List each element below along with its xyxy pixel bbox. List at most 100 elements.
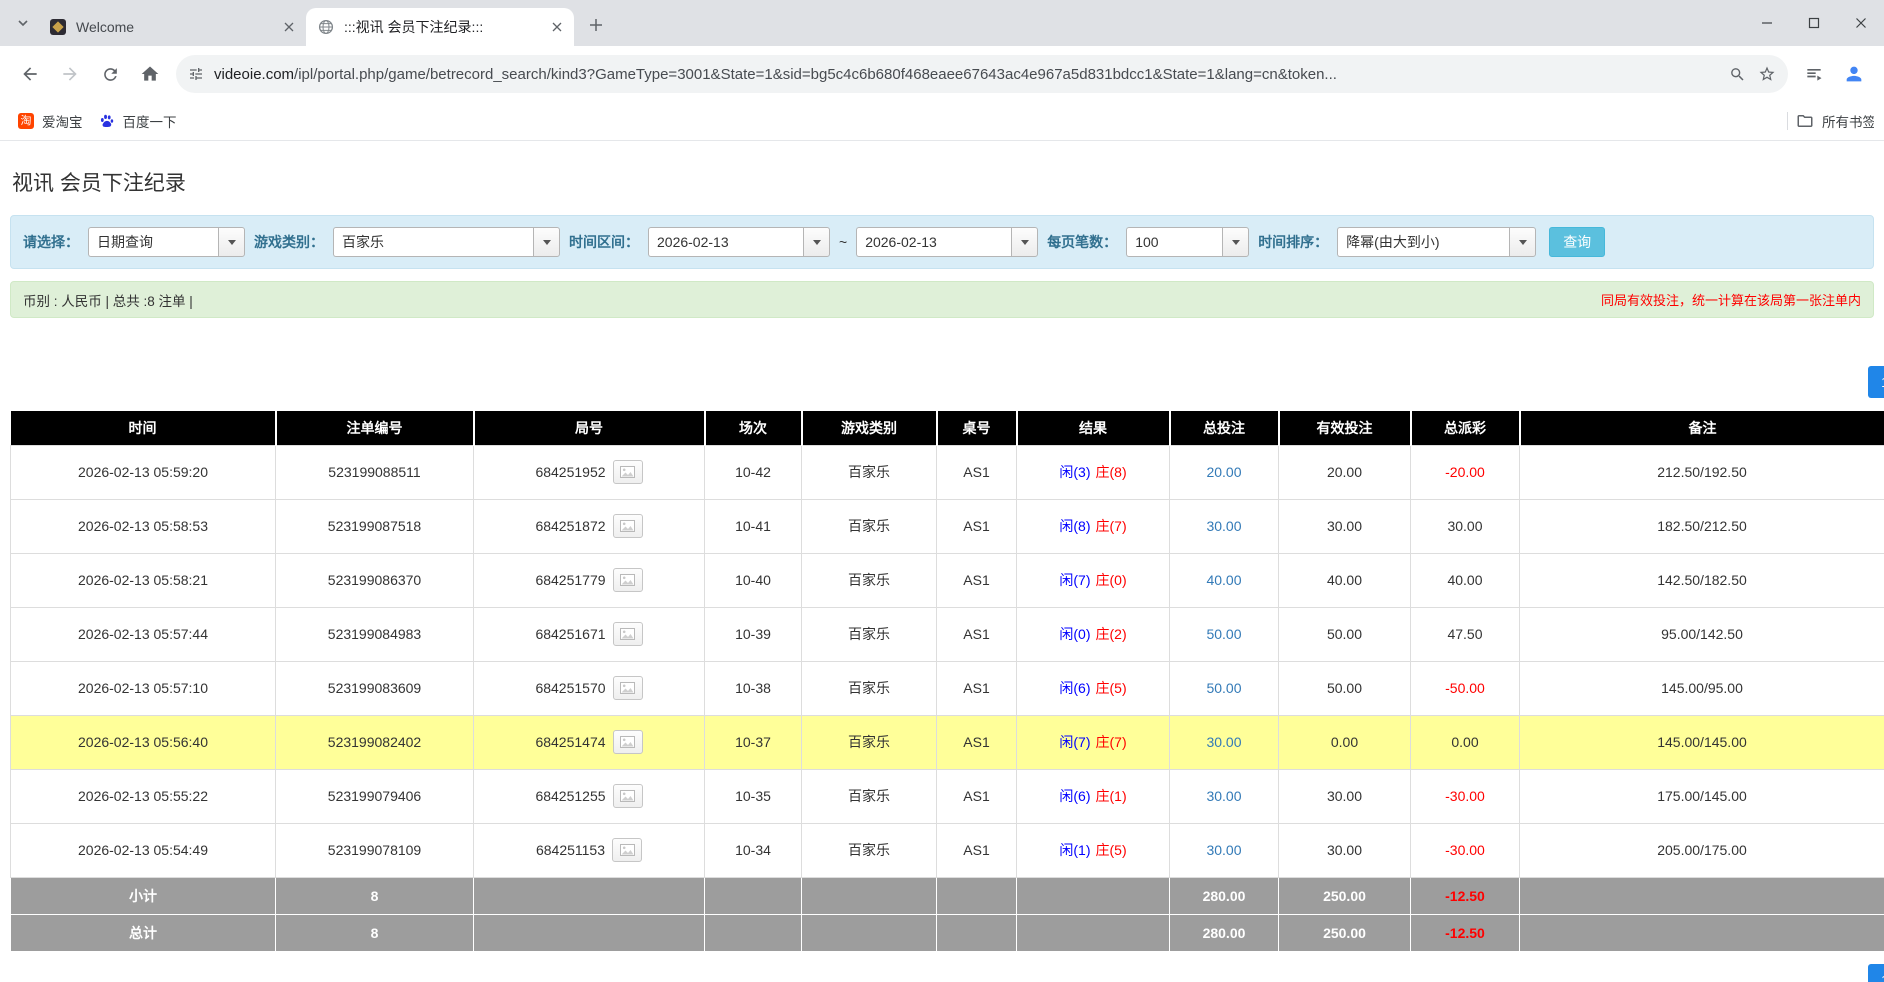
back-button[interactable] xyxy=(10,54,50,94)
total-bet-link[interactable]: 30.00 xyxy=(1206,734,1241,750)
replay-button[interactable] xyxy=(613,784,643,808)
cell-total-bet: 30.00 xyxy=(1170,499,1279,553)
banker-result: 庄(8) xyxy=(1096,464,1127,480)
query-type-select xyxy=(88,227,245,257)
header-table: 桌号 xyxy=(937,411,1017,445)
tab-list-button[interactable] xyxy=(1794,54,1834,94)
tab-close-icon[interactable] xyxy=(548,18,566,36)
replay-button[interactable] xyxy=(613,568,643,592)
cell-table: AS1 xyxy=(937,769,1017,823)
game-type-input[interactable] xyxy=(333,227,533,257)
total-bet-link[interactable]: 50.00 xyxy=(1206,626,1241,642)
cell-total-bet: 30.00 xyxy=(1170,823,1279,877)
dropdown-button[interactable] xyxy=(1509,227,1536,257)
cell-bet-id: 523199078109 xyxy=(276,823,474,877)
tab-welcome[interactable]: Welcome xyxy=(38,8,306,46)
page-size-input[interactable] xyxy=(1126,227,1222,257)
total-bet-link[interactable]: 30.00 xyxy=(1206,842,1241,858)
total-bet-link[interactable]: 50.00 xyxy=(1206,680,1241,696)
date-to-input[interactable] xyxy=(856,227,1011,257)
dropdown-button[interactable] xyxy=(218,227,245,257)
cell-note: 205.00/175.00 xyxy=(1520,823,1884,877)
total-row: 总计 8 280.00 250.00 -12.50 xyxy=(11,914,1884,951)
site-settings-icon[interactable] xyxy=(188,66,204,82)
query-type-input[interactable] xyxy=(88,227,218,257)
total-bet-link[interactable]: 20.00 xyxy=(1206,464,1241,480)
tab-close-icon[interactable] xyxy=(280,18,298,36)
dropdown-button[interactable] xyxy=(1222,227,1249,257)
page-button[interactable]: 1 xyxy=(1868,366,1884,398)
table-row: 2026-02-13 05:55:22 523199079406 6842512… xyxy=(11,769,1884,823)
replay-button[interactable] xyxy=(613,514,643,538)
banker-result: 庄(7) xyxy=(1096,734,1127,750)
close-window-button[interactable] xyxy=(1837,0,1884,46)
dropdown-button[interactable] xyxy=(1011,227,1038,257)
image-icon xyxy=(620,736,635,748)
cell-game-type: 百家乐 xyxy=(802,715,937,769)
replay-button[interactable] xyxy=(613,676,643,700)
replay-button[interactable] xyxy=(613,730,643,754)
sort-input[interactable] xyxy=(1337,227,1509,257)
bookmarks-bar: 淘 爱淘宝 百度一下 所有书签 xyxy=(0,102,1884,141)
refresh-icon xyxy=(101,65,120,84)
total-bet-link[interactable]: 40.00 xyxy=(1206,572,1241,588)
total-bet-link[interactable]: 30.00 xyxy=(1206,788,1241,804)
search-button[interactable]: 查询 xyxy=(1549,227,1605,257)
cell-session: 10-34 xyxy=(705,823,802,877)
cell-bet-id: 523199087518 xyxy=(276,499,474,553)
home-button[interactable] xyxy=(130,54,170,94)
tab-search-button[interactable] xyxy=(10,10,36,36)
maximize-button[interactable] xyxy=(1790,0,1837,46)
date-to-select xyxy=(856,227,1038,257)
cell-valid-bet: 30.00 xyxy=(1279,823,1411,877)
subtotal-total-bet-cell: 280.00 xyxy=(1170,877,1279,914)
url-text[interactable]: videoie.com/ipl/portal.php/game/betrecor… xyxy=(214,66,1721,83)
forward-button[interactable] xyxy=(50,54,90,94)
folder-icon[interactable] xyxy=(1796,112,1814,130)
player-result: 闲(7) xyxy=(1059,734,1090,750)
sort-select xyxy=(1337,227,1536,257)
table-row: 2026-02-13 05:58:53 523199087518 6842518… xyxy=(11,499,1884,553)
bookmark-taobao[interactable]: 淘 爱淘宝 xyxy=(10,107,91,135)
cell-bet-id: 523199088511 xyxy=(276,445,474,499)
cell-payout: 30.00 xyxy=(1411,499,1520,553)
table-row: 2026-02-13 05:54:49 523199078109 6842511… xyxy=(11,823,1884,877)
profile-avatar[interactable] xyxy=(1834,54,1874,94)
header-total-bet: 总投注 xyxy=(1170,411,1279,445)
bookmark-baidu[interactable]: 百度一下 xyxy=(91,107,185,135)
all-bookmarks-label[interactable]: 所有书签 xyxy=(1822,111,1874,131)
cell-session: 10-39 xyxy=(705,607,802,661)
bookmark-star-icon[interactable] xyxy=(1758,65,1776,83)
player-result: 闲(8) xyxy=(1059,518,1090,534)
url-bar[interactable]: videoie.com/ipl/portal.php/game/betrecor… xyxy=(176,55,1788,93)
cell-time: 2026-02-13 05:59:20 xyxy=(11,445,276,499)
replay-button[interactable] xyxy=(612,838,642,862)
cell-total-bet: 20.00 xyxy=(1170,445,1279,499)
page-button[interactable]: 1 xyxy=(1868,964,1884,982)
total-bet-link[interactable]: 30.00 xyxy=(1206,518,1241,534)
tab-title: :::视讯 会员下注纪录::: xyxy=(344,17,548,37)
page-size-label: 每页笔数： xyxy=(1047,232,1117,252)
minimize-button[interactable] xyxy=(1743,0,1790,46)
player-result: 闲(0) xyxy=(1059,626,1090,642)
globe-favicon-icon xyxy=(318,19,334,35)
date-from-input[interactable] xyxy=(648,227,803,257)
replay-button[interactable] xyxy=(613,460,643,484)
cell-note: 145.00/145.00 xyxy=(1520,715,1884,769)
cell-game-type: 百家乐 xyxy=(802,823,937,877)
tune-icon xyxy=(188,66,204,82)
cell-time: 2026-02-13 05:55:22 xyxy=(11,769,276,823)
refresh-button[interactable] xyxy=(90,54,130,94)
dropdown-button[interactable] xyxy=(533,227,560,257)
header-result: 结果 xyxy=(1017,411,1170,445)
cell-result: 闲(6)庄(1) xyxy=(1017,769,1170,823)
dropdown-button[interactable] xyxy=(803,227,830,257)
subtotal-label-cell: 小计 xyxy=(11,877,276,914)
tab-bet-records[interactable]: :::视讯 会员下注纪录::: xyxy=(306,8,574,46)
replay-button[interactable] xyxy=(613,622,643,646)
time-range-label: 时间区间： xyxy=(569,232,639,252)
game-type-label: 游戏类别： xyxy=(254,232,324,252)
new-tab-button[interactable] xyxy=(582,11,610,39)
zoom-icon[interactable] xyxy=(1729,66,1746,83)
home-icon xyxy=(140,64,160,84)
